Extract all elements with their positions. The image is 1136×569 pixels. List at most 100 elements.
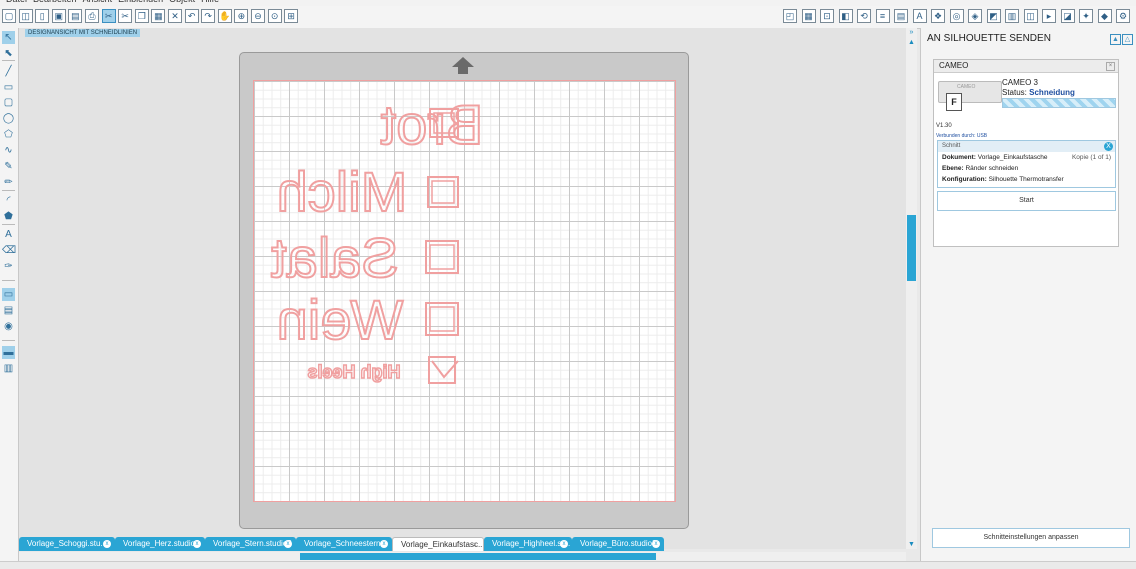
list-item[interactable]: Milch [276, 159, 459, 224]
point-edit-icon[interactable]: ⬉ [2, 47, 15, 60]
undo-icon[interactable]: ↶ [184, 9, 199, 23]
cut-design[interactable]: Brot Milch Salat Wein High Heels [254, 81, 675, 501]
close-tab-icon[interactable]: x [560, 540, 568, 548]
new-page-icon[interactable]: ▯ [35, 9, 50, 23]
text-icon[interactable]: A [912, 9, 927, 23]
pencil-icon[interactable]: ✏ [2, 176, 15, 189]
menu-item-4[interactable]: Objekt [169, 0, 195, 4]
design-store-icon[interactable]: ◫ [1023, 9, 1038, 23]
rounded-rect-icon[interactable]: ▢ [2, 96, 15, 109]
double-chevron-right-icon[interactable]: » [906, 28, 917, 37]
freehand-icon[interactable]: ✎ [2, 160, 15, 173]
zoom-drag-icon[interactable]: ⊙ [267, 9, 282, 23]
menu-item-3[interactable]: Einblenden [118, 0, 163, 4]
document-tab[interactable]: Vorlage_Herz.studio3 x [115, 537, 205, 551]
document-tab[interactable]: Vorlage_Büro.studio3 x [572, 537, 664, 551]
polygon-icon[interactable]: ⬠ [2, 128, 15, 141]
scroll-down-icon[interactable]: ▼ [906, 540, 917, 549]
delete-icon[interactable]: ✕ [168, 9, 182, 23]
fill-icon[interactable]: ◧ [838, 9, 853, 23]
adjust-cut-settings-button[interactable]: Schnitteinstellungen anpassen [932, 528, 1130, 548]
knife-tool-icon[interactable]: ✑ [2, 260, 15, 273]
effects-icon[interactable]: ✦ [1079, 9, 1093, 23]
grid-icon[interactable]: ▦ [801, 9, 816, 23]
text-tool-icon[interactable]: A [2, 228, 15, 241]
copy-icon[interactable]: ❐ [134, 9, 149, 23]
offset-icon[interactable]: ◎ [949, 9, 964, 23]
document-tab[interactable]: Vorlage_Schneestern... x [296, 537, 392, 551]
document-tab[interactable]: Vorlage_Einkaufstasc... x [392, 537, 484, 551]
fit-to-window-icon[interactable]: ⊞ [284, 9, 299, 23]
rectangle-icon[interactable]: ▭ [2, 81, 15, 94]
paste-icon[interactable]: ▦ [151, 9, 166, 23]
connection-info[interactable]: Verbunden durch: USB [936, 133, 987, 139]
menu-item-5[interactable]: Hilfe [201, 0, 219, 4]
close-tab-icon[interactable]: x [471, 541, 479, 549]
mat-grid[interactable]: Brot Milch Salat Wein High Heels [253, 80, 676, 502]
shape-icon[interactable]: ⬟ [2, 210, 15, 223]
close-tab-icon[interactable]: x [284, 540, 292, 548]
document-tab[interactable]: Vorlage_Stern.studio3 x [205, 537, 296, 551]
start-button[interactable]: Start [937, 191, 1116, 211]
cancel-job-icon[interactable]: X [1104, 142, 1113, 151]
split-panel-icon[interactable]: ▥ [2, 362, 15, 375]
menu-item-1[interactable]: Bearbeiten [33, 0, 77, 4]
eraser-icon[interactable]: ⌫ [2, 244, 16, 257]
line-icon[interactable]: ╱ [2, 65, 15, 78]
copies-value: Kopie (1 of 1) [1071, 154, 1111, 161]
document-tab[interactable]: Vorlage_Schoggi.stu... x [19, 537, 115, 551]
line-style-icon[interactable]: ≡ [875, 9, 890, 23]
collapse-icon[interactable]: ▲ [1110, 34, 1121, 45]
list-item[interactable]: Brot [379, 92, 484, 157]
document-tab[interactable]: Vorlage_Highheel.st... x [484, 537, 572, 551]
close-icon[interactable]: × [1106, 62, 1115, 71]
horizontal-scrollbar[interactable] [19, 552, 906, 561]
replicate-icon[interactable]: ❖ [931, 9, 945, 23]
store-icon[interactable]: ◉ [2, 320, 15, 333]
ellipse-icon[interactable]: ◯ [2, 112, 15, 125]
list-item[interactable]: High Heels [307, 356, 459, 384]
zoom-out-icon[interactable]: ⊖ [251, 9, 265, 23]
send-icon[interactable]: ▸ [1042, 9, 1056, 23]
expand-icon[interactable]: △ [1122, 34, 1133, 45]
save-to-library-icon[interactable]: ▤ [68, 9, 83, 23]
menu-item-2[interactable]: Ansicht [83, 0, 113, 4]
close-tab-icon[interactable]: x [380, 540, 388, 548]
arc-icon[interactable]: ◜ [2, 194, 15, 207]
text-style-icon[interactable]: ▤ [894, 9, 908, 23]
scroll-up-icon[interactable]: ▲ [906, 38, 917, 47]
close-tab-icon[interactable]: x [103, 540, 111, 548]
pan-hand-icon[interactable]: ✋ [217, 9, 232, 23]
cut-icon[interactable]: ✂ [118, 9, 133, 23]
settings-icon[interactable]: ⚙ [1116, 9, 1130, 23]
vertical-scrollbar[interactable]: » ▲ ▼ [906, 28, 917, 549]
select-arrow-icon[interactable]: ↖ [2, 31, 15, 44]
design-canvas[interactable]: DESIGNANSICHT MIT SCHNEIDLINIEN Brot Mil… [19, 28, 906, 549]
registration-icon[interactable]: ⊡ [820, 9, 834, 23]
knife-icon[interactable]: ◆ [1097, 9, 1112, 23]
library-view-icon[interactable]: ▤ [2, 304, 15, 317]
close-tab-icon[interactable]: x [193, 540, 201, 548]
layers-icon[interactable]: ◪ [1060, 9, 1075, 23]
zoom-in-icon[interactable]: ⊕ [234, 9, 249, 23]
page-setup-icon[interactable]: ◰ [783, 9, 797, 23]
open-folder-icon[interactable]: ◫ [18, 9, 33, 23]
menu-item-0[interactable]: Datei [6, 0, 27, 4]
new-file-icon[interactable]: ▢ [2, 9, 16, 23]
save-icon[interactable]: ▣ [51, 9, 66, 23]
trace-icon[interactable]: ◈ [968, 9, 982, 23]
close-tab-icon[interactable]: x [652, 540, 660, 548]
list-item[interactable]: Salat [270, 225, 459, 290]
curve-icon[interactable]: ∿ [2, 144, 15, 157]
redo-icon[interactable]: ↷ [201, 9, 216, 23]
list-item[interactable]: Wein [276, 287, 459, 352]
send-to-cutter-icon[interactable]: ✂ [101, 9, 116, 23]
library-icon[interactable]: ▥ [1005, 9, 1019, 23]
transform-icon[interactable]: ⟲ [857, 9, 871, 23]
horizontal-scroll-thumb[interactable] [300, 553, 656, 560]
single-panel-icon[interactable]: ▬ [2, 346, 15, 359]
modify-icon[interactable]: ◩ [986, 9, 1001, 23]
print-icon[interactable]: ⎙ [85, 9, 99, 23]
vertical-scroll-thumb[interactable] [907, 215, 916, 281]
design-view-icon[interactable]: ▭ [2, 288, 15, 301]
